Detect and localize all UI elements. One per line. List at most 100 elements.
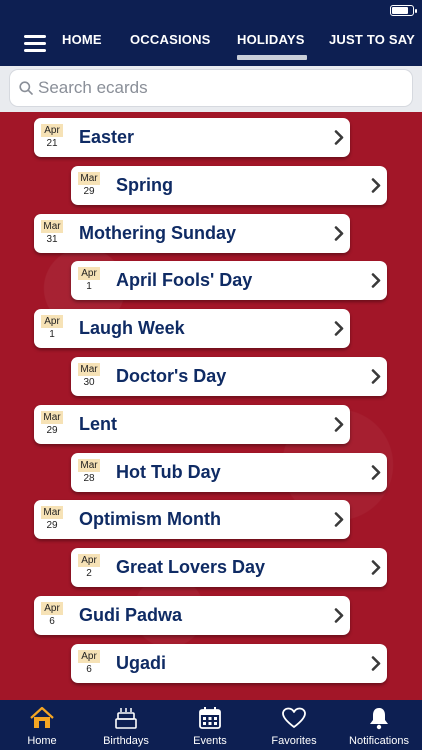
holiday-card[interactable]: Mar 31 Mothering Sunday [34,214,350,253]
date-month: Mar [41,506,63,519]
holiday-card[interactable]: Mar 28 Hot Tub Day [71,453,387,492]
date-month: Apr [41,602,63,615]
heart-icon [282,707,306,728]
date-month: Apr [78,554,100,567]
date-badge: Mar 29 [41,411,63,438]
holiday-card[interactable]: Mar 29 Lent [34,405,350,444]
holiday-title: Gudi Padwa [79,605,183,625]
date-day: 29 [46,425,58,436]
chevron-right-icon [334,608,344,623]
chevron-right-icon [334,321,344,336]
date-day: 2 [86,568,92,579]
chevron-right-icon [371,369,381,384]
date-month: Apr [41,124,63,137]
holiday-title: Doctor's Day [116,366,227,386]
holiday-title: Great Lovers Day [116,557,266,577]
battery-icon [390,5,417,16]
tabbar-label: Notifications [349,735,409,747]
date-badge: Mar 31 [41,220,63,247]
holiday-card[interactable]: Mar 29 Spring [71,166,387,205]
chevron-right-icon [371,465,381,480]
tab-just-to-say[interactable]: JUST TO SAY [329,32,415,47]
bell-icon [370,708,388,730]
tabbar-notifications[interactable]: Notifications [336,700,422,750]
bottom-tab-bar: Home Birthdays Events Favorites Notifica… [0,700,422,750]
cake-icon [115,708,137,729]
date-badge: Apr 6 [78,650,100,677]
status-bar [0,0,422,20]
date-day: 1 [49,329,55,340]
date-day: 29 [46,520,58,531]
date-day: 28 [83,473,95,484]
holiday-title: Mothering Sunday [79,223,236,243]
holiday-title: Hot Tub Day [116,462,221,482]
tab-occasions[interactable]: OCCASIONS [130,32,211,47]
search-box[interactable] [9,69,413,107]
holiday-card[interactable]: Mar 30 Doctor's Day [71,357,387,396]
chevron-right-icon [371,273,381,288]
date-day: 6 [49,616,55,627]
home-icon [30,706,54,728]
holiday-card[interactable]: Mar 29 Optimism Month [34,500,350,539]
date-day: 1 [86,281,92,292]
chevron-right-icon [334,417,344,432]
tabbar-birthdays[interactable]: Birthdays [84,700,168,750]
chevron-right-icon [334,512,344,527]
date-month: Mar [41,220,63,233]
chevron-right-icon [371,560,381,575]
date-badge: Apr 1 [78,267,100,294]
date-month: Mar [78,459,100,472]
holiday-title: Laugh Week [79,318,185,338]
date-badge: Mar 30 [78,363,100,390]
chevron-right-icon [334,130,344,145]
date-badge: Apr 1 [41,315,63,342]
holiday-card[interactable]: Apr 1 Laugh Week [34,309,350,348]
date-badge: Mar 28 [78,459,100,486]
tabbar-label: Birthdays [103,735,149,747]
date-badge: Mar 29 [41,506,63,533]
tab-holidays[interactable]: HOLIDAYS [237,32,307,60]
holiday-card[interactable]: Apr 6 Gudi Padwa [34,596,350,635]
tabbar-favorites[interactable]: Favorites [252,700,336,750]
chevron-right-icon [371,178,381,193]
holiday-card[interactable]: Apr 21 Easter [34,118,350,157]
holiday-title: Optimism Month [79,509,221,529]
date-day: 6 [86,664,92,675]
tabbar-events[interactable]: Events [168,700,252,750]
date-badge: Apr 21 [41,124,63,151]
holiday-title: Ugadi [116,653,167,673]
date-month: Mar [41,411,63,424]
chevron-right-icon [371,656,381,671]
date-month: Mar [78,363,100,376]
date-month: Apr [78,267,100,280]
tabbar-home[interactable]: Home [0,700,84,750]
chevron-right-icon [334,226,344,241]
holiday-title: Spring [116,175,173,195]
holiday-list: Apr 21 Easter Mar 29 Spring Mar 31 Mothering Sun… [0,112,422,700]
date-month: Mar [78,172,100,185]
tabbar-label: Favorites [271,735,317,747]
date-month: Apr [78,650,100,663]
date-day: 21 [46,138,58,149]
calendar-icon [199,707,221,729]
holiday-title: April Fools' Day [116,270,253,290]
holiday-card[interactable]: Apr 2 Great Lovers Day [71,548,387,587]
search-icon [19,81,33,95]
date-month: Apr [41,315,63,328]
date-day: 29 [83,186,95,197]
date-badge: Apr 6 [41,602,63,629]
holiday-title: Easter [79,127,135,147]
tabbar-label: Home [27,735,57,747]
search-bar [0,66,422,112]
top-nav: HOME OCCASIONS HOLIDAYS JUST TO SAY [0,20,422,66]
holiday-card[interactable]: Apr 6 Ugadi [71,644,387,683]
tab-home[interactable]: HOME [62,32,102,47]
date-day: 31 [46,234,58,245]
holiday-card[interactable]: Apr 1 April Fools' Day [71,261,387,300]
date-day: 30 [83,377,95,388]
date-badge: Mar 29 [78,172,100,199]
hamburger-menu-icon[interactable] [24,35,46,53]
holiday-title: Lent [79,414,117,434]
date-badge: Apr 2 [78,554,100,581]
search-input[interactable] [38,70,398,106]
